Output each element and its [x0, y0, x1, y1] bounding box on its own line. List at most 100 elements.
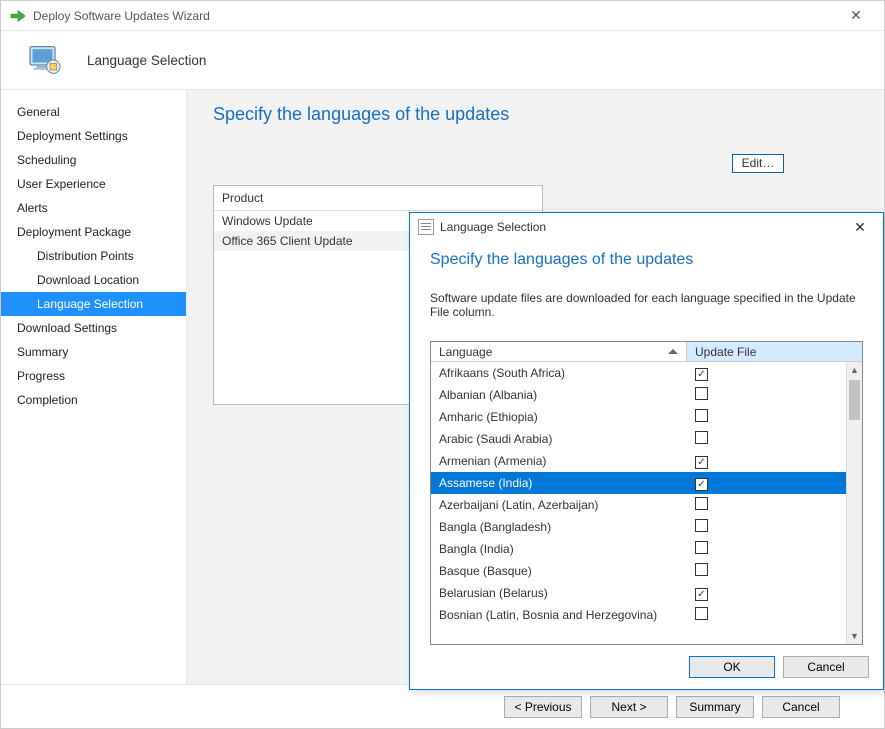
language-name: Belarusian (Belarus): [431, 586, 687, 600]
update-file-checkbox[interactable]: ✓: [695, 478, 708, 491]
update-file-checkbox[interactable]: [695, 409, 708, 422]
sidebar-item-general[interactable]: General: [1, 100, 186, 124]
sidebar-item-summary[interactable]: Summary: [1, 340, 186, 364]
language-selection-dialog: Language Selection ✕ Specify the languag…: [409, 212, 884, 690]
sort-ascending-icon: [668, 349, 678, 354]
update-file-checkbox[interactable]: [695, 431, 708, 444]
language-name: Armenian (Armenia): [431, 454, 687, 468]
update-file-cell: [687, 563, 846, 579]
update-file-cell: [687, 387, 846, 403]
dialog-footer: OK Cancel: [410, 645, 883, 689]
scroll-down-icon[interactable]: ▼: [847, 628, 862, 644]
language-row[interactable]: Bangla (India): [431, 538, 846, 560]
update-file-cell: [687, 431, 846, 447]
dialog-close-button[interactable]: ✕: [845, 219, 875, 236]
update-file-checkbox[interactable]: [695, 607, 708, 620]
update-file-checkbox[interactable]: ✓: [695, 588, 708, 601]
update-file-cell: [687, 497, 846, 513]
language-name: Bangla (India): [431, 542, 687, 556]
grid-rows: Afrikaans (South Africa) ✓ Albanian (Alban…: [431, 362, 862, 644]
language-row[interactable]: Azerbaijani (Latin, Azerbaijan): [431, 494, 846, 516]
sidebar-item-distribution-points[interactable]: Distribution Points: [1, 244, 186, 268]
update-file-cell: [687, 519, 846, 535]
dialog-window-icon: [418, 219, 434, 235]
language-row[interactable]: Amharic (Ethiopia): [431, 406, 846, 428]
language-row[interactable]: Afrikaans (South Africa) ✓: [431, 362, 846, 384]
update-file-cell: ✓: [687, 366, 846, 381]
edit-button[interactable]: Edit…: [732, 154, 784, 173]
wizard-header: Language Selection: [1, 31, 884, 89]
wizard-sidebar: GeneralDeployment SettingsSchedulingUser…: [1, 90, 187, 684]
language-row[interactable]: Bosnian (Latin, Bosnia and Herzegovina): [431, 604, 846, 626]
language-name: Arabic (Saudi Arabia): [431, 432, 687, 446]
titlebar: Deploy Software Updates Wizard ✕: [1, 1, 884, 31]
update-file-checkbox[interactable]: ✓: [695, 456, 708, 469]
update-file-checkbox[interactable]: [695, 541, 708, 554]
update-file-cell: [687, 541, 846, 557]
dialog-description: Software update files are downloaded for…: [430, 291, 863, 319]
update-file-cell: ✓: [687, 454, 846, 469]
sidebar-item-download-settings[interactable]: Download Settings: [1, 316, 186, 340]
dialog-cancel-button[interactable]: Cancel: [783, 656, 869, 678]
next-button[interactable]: Next >: [590, 696, 668, 718]
update-file-checkbox[interactable]: [695, 387, 708, 400]
language-name: Bosnian (Latin, Bosnia and Herzegovina): [431, 608, 687, 622]
column-language-label: Language: [439, 345, 492, 359]
wizard-footer: < Previous Next > Summary Cancel: [1, 684, 884, 728]
sidebar-item-completion[interactable]: Completion: [1, 388, 186, 412]
language-row[interactable]: Albanian (Albania): [431, 384, 846, 406]
language-grid: Language Update File Afrikaans (South Af…: [430, 341, 863, 645]
dialog-heading: Specify the languages of the updates: [430, 251, 863, 269]
grid-header: Language Update File: [431, 342, 862, 362]
language-name: Albanian (Albania): [431, 388, 687, 402]
update-file-cell: ✓: [687, 586, 846, 601]
update-file-cell: [687, 409, 846, 425]
update-file-cell: [687, 607, 846, 623]
grid-scrollbar[interactable]: ▲ ▼: [846, 362, 862, 644]
update-file-checkbox[interactable]: ✓: [695, 368, 708, 381]
main-heading: Specify the languages of the updates: [213, 104, 858, 125]
sidebar-item-user-experience[interactable]: User Experience: [1, 172, 186, 196]
sidebar-item-deployment-settings[interactable]: Deployment Settings: [1, 124, 186, 148]
column-update-file-label: Update File: [695, 345, 756, 359]
language-name: Basque (Basque): [431, 564, 687, 578]
column-update-file-header[interactable]: Update File: [687, 342, 862, 361]
scroll-thumb[interactable]: [849, 380, 860, 420]
update-file-checkbox[interactable]: [695, 519, 708, 532]
dialog-body: Specify the languages of the updates Sof…: [410, 241, 883, 645]
language-row[interactable]: Belarusian (Belarus) ✓: [431, 582, 846, 604]
dialog-ok-button[interactable]: OK: [689, 656, 775, 678]
product-column-header[interactable]: Product: [214, 186, 542, 211]
dialog-titlebar: Language Selection ✕: [410, 213, 883, 241]
column-language-header[interactable]: Language: [431, 342, 687, 361]
window-close-button[interactable]: ✕: [836, 4, 876, 28]
language-row[interactable]: Assamese (India) ✓: [431, 472, 846, 494]
sidebar-item-alerts[interactable]: Alerts: [1, 196, 186, 220]
update-file-checkbox[interactable]: [695, 497, 708, 510]
language-row[interactable]: Arabic (Saudi Arabia): [431, 428, 846, 450]
language-name: Bangla (Bangladesh): [431, 520, 687, 534]
window-title: Deploy Software Updates Wizard: [33, 9, 836, 23]
page-title: Language Selection: [87, 53, 206, 68]
language-row[interactable]: Basque (Basque): [431, 560, 846, 582]
language-name: Amharic (Ethiopia): [431, 410, 687, 424]
sidebar-item-scheduling[interactable]: Scheduling: [1, 148, 186, 172]
previous-button[interactable]: < Previous: [504, 696, 582, 718]
sidebar-item-language-selection[interactable]: Language Selection: [1, 292, 186, 316]
summary-button[interactable]: Summary: [676, 696, 754, 718]
language-row[interactable]: Bangla (Bangladesh): [431, 516, 846, 538]
update-file-cell: ✓: [687, 476, 846, 491]
language-name: Afrikaans (South Africa): [431, 366, 687, 380]
scroll-up-icon[interactable]: ▲: [847, 362, 862, 378]
sidebar-item-deployment-package[interactable]: Deployment Package: [1, 220, 186, 244]
language-name: Assamese (India): [431, 476, 687, 490]
sidebar-item-progress[interactable]: Progress: [1, 364, 186, 388]
wizard-window: Deploy Software Updates Wizard ✕ Languag…: [0, 0, 885, 729]
sidebar-item-download-location[interactable]: Download Location: [1, 268, 186, 292]
language-row[interactable]: Armenian (Armenia) ✓: [431, 450, 846, 472]
app-arrow-icon: [9, 8, 27, 24]
update-file-checkbox[interactable]: [695, 563, 708, 576]
language-name: Azerbaijani (Latin, Azerbaijan): [431, 498, 687, 512]
cancel-button[interactable]: Cancel: [762, 696, 840, 718]
monitor-software-icon: [25, 40, 65, 80]
